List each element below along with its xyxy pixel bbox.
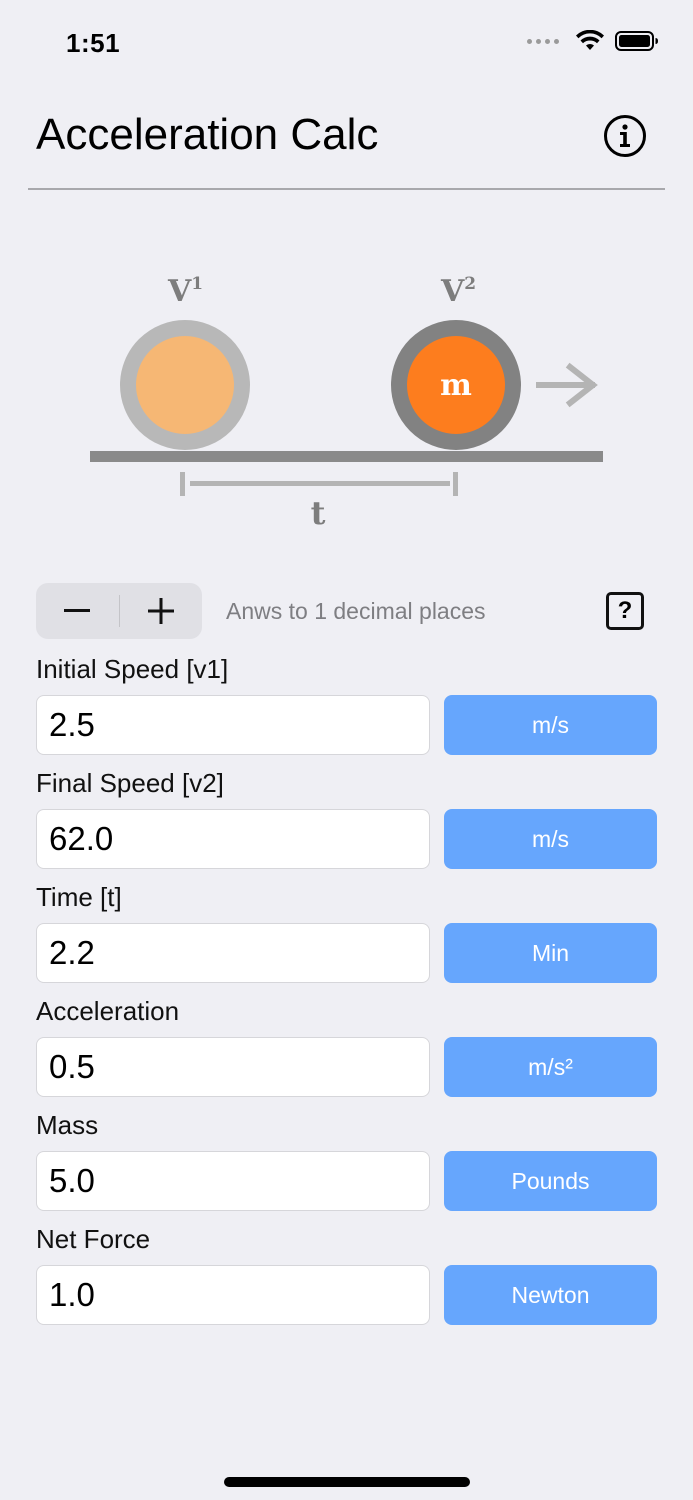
mass-input[interactable] — [36, 1151, 430, 1211]
cellular-signal-icon — [527, 38, 559, 44]
plus-icon — [147, 598, 174, 624]
status-bar: 1:51 — [0, 0, 693, 88]
decimal-stepper — [36, 583, 202, 639]
info-icon — [604, 115, 646, 157]
ground-line — [90, 451, 603, 462]
v1-superscript: 1 — [191, 274, 203, 294]
calculator-fields: Initial Speed [v1] m/s Final Speed [v2] … — [36, 650, 657, 1334]
decimal-places-label: Anws to 1 decimal places — [226, 598, 486, 624]
initial-speed-input[interactable] — [36, 695, 430, 755]
mass-field-label: Mass — [36, 1110, 99, 1140]
direction-arrow-icon — [536, 362, 598, 408]
acceleration-label: Acceleration — [36, 996, 180, 1026]
mass-group: Mass Pounds — [36, 1106, 657, 1220]
time-bracket — [180, 472, 458, 496]
precision-controls: Anws to 1 decimal places ? — [36, 583, 657, 639]
time-group: Time [t] Min — [36, 878, 657, 992]
mass-unit-button[interactable]: Pounds — [444, 1151, 657, 1211]
time-unit-button[interactable]: Min — [444, 923, 657, 983]
net-force-input[interactable] — [36, 1265, 430, 1325]
initial-speed-label: Initial Speed [v1] — [36, 654, 229, 684]
v2-superscript: 2 — [464, 274, 476, 294]
acceleration-unit-button[interactable]: m/s² — [444, 1037, 657, 1097]
initial-ball — [120, 320, 250, 450]
net-force-unit-button[interactable]: Newton — [444, 1265, 657, 1325]
final-speed-input[interactable] — [36, 809, 430, 869]
acceleration-diagram: V1 V2 m t — [0, 240, 693, 540]
header-divider — [28, 188, 665, 190]
net-force-group: Net Force Newton — [36, 1220, 657, 1334]
v2-label: V2 — [440, 274, 476, 309]
final-speed-unit-button[interactable]: m/s — [444, 809, 657, 869]
info-button[interactable] — [603, 114, 647, 158]
help-button[interactable]: ? — [606, 592, 644, 630]
acceleration-group: Acceleration m/s² — [36, 992, 657, 1106]
page-title: Acceleration Calc — [36, 110, 379, 159]
initial-speed-group: Initial Speed [v1] m/s — [36, 650, 657, 764]
initial-speed-unit-button[interactable]: m/s — [444, 695, 657, 755]
net-force-label: Net Force — [36, 1224, 151, 1254]
time-field-label: Time [t] — [36, 882, 122, 912]
increment-button[interactable] — [120, 583, 203, 639]
battery-icon — [615, 31, 658, 51]
wifi-icon — [576, 30, 604, 50]
navigation-header: Acceleration Calc — [0, 88, 693, 190]
status-time: 1:51 — [66, 28, 121, 58]
final-speed-label: Final Speed [v2] — [36, 768, 224, 798]
home-indicator[interactable] — [224, 1477, 470, 1487]
minus-icon — [64, 609, 91, 612]
acceleration-input[interactable] — [36, 1037, 430, 1097]
decrement-button[interactable] — [36, 583, 119, 639]
v1-label: V1 — [167, 274, 203, 309]
time-input[interactable] — [36, 923, 430, 983]
time-label: t — [311, 494, 326, 532]
status-icons — [527, 30, 659, 52]
final-speed-group: Final Speed [v2] m/s — [36, 764, 657, 878]
mass-label: m — [440, 368, 472, 403]
